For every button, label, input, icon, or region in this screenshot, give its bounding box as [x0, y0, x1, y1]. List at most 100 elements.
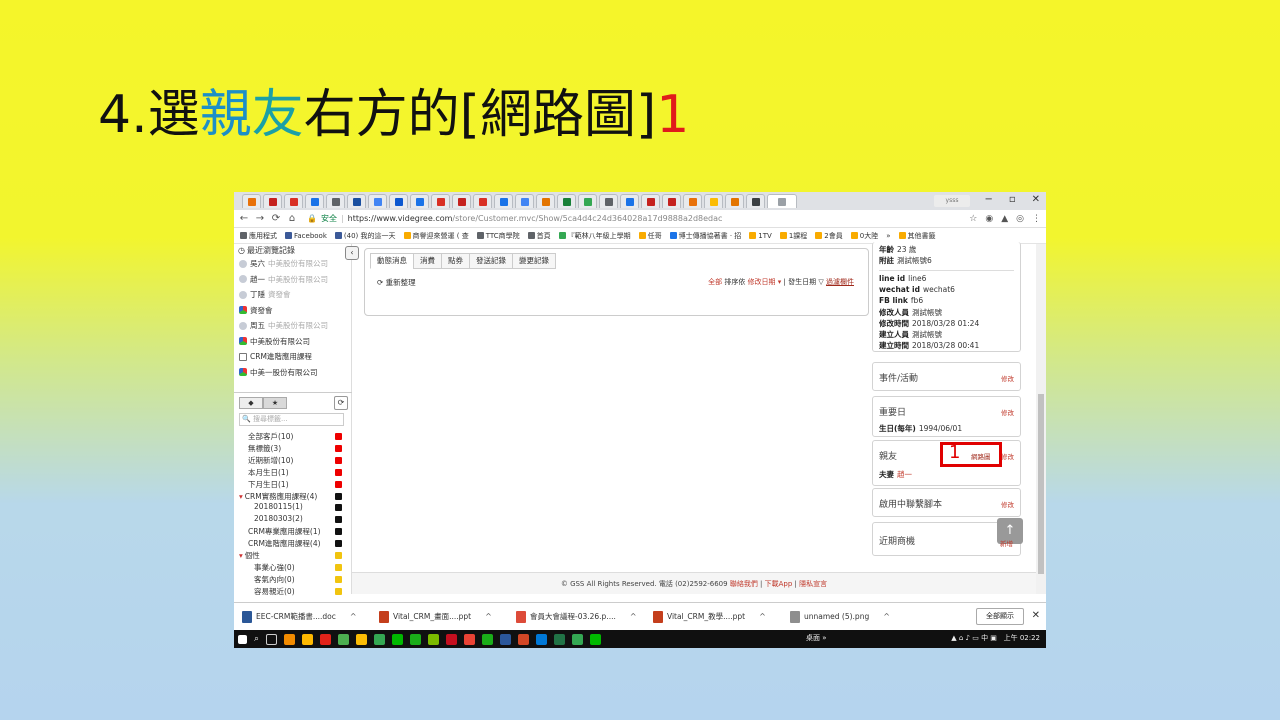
star-icon[interactable]: ☆ [969, 214, 977, 224]
ime-indicator[interactable]: 中 [981, 634, 988, 642]
tab[interactable] [683, 194, 702, 208]
start-icon[interactable] [238, 634, 247, 644]
bookmark-item[interactable]: 0大陸 [850, 231, 878, 241]
app-icon[interactable] [590, 633, 602, 645]
tag-filter-item[interactable]: 下月生日(1) [248, 479, 342, 491]
bookmark-item[interactable]: 1課程 [779, 231, 807, 241]
desktop-toolbar[interactable]: 桌面 » [806, 633, 827, 643]
app-icon[interactable] [446, 633, 458, 645]
home-icon[interactable]: ⌂ [287, 213, 297, 224]
vertical-scrollbar[interactable] [1036, 244, 1046, 594]
tag-filter-item[interactable]: 全部客戶(10) [248, 431, 342, 443]
explorer-icon[interactable] [302, 633, 314, 645]
back-icon[interactable]: ← [239, 213, 249, 224]
bookmark-item[interactable]: 博士傳播協著書 · 招 [669, 231, 741, 241]
tab[interactable] [473, 194, 492, 208]
tab-4[interactable]: 發送記錄 [469, 253, 512, 269]
powerpoint-icon[interactable] [518, 633, 530, 645]
tab[interactable] [389, 194, 408, 208]
tab-active[interactable] [767, 194, 797, 208]
bookmark-item[interactable]: Facebook [285, 232, 327, 240]
tab[interactable] [725, 194, 744, 208]
close-downloads-icon[interactable]: ✕ [1032, 610, 1040, 621]
bookmark-item[interactable]: 2會員 [815, 231, 843, 241]
bookmark-item[interactable]: 任哥 [638, 231, 662, 241]
search-icon[interactable]: ⌕ [254, 634, 259, 644]
tag-filter-item[interactable]: CRM實務應用課程(4) [239, 491, 342, 503]
menu-icon[interactable]: ⋮ [1032, 214, 1041, 224]
word-icon[interactable] [500, 633, 512, 645]
tag-filter-item[interactable]: CRM進階應用課程(4) [248, 538, 342, 550]
recent-item[interactable]: 丁隱 資發會 [234, 287, 351, 303]
tag-filter-item[interactable]: CRM專業應用課程(1) [248, 526, 342, 538]
tab-1[interactable]: 動態消息 [370, 253, 413, 269]
bookmark-item[interactable]: 其他書籤 [898, 231, 936, 241]
recent-item[interactable]: CRM進階應用課程 [234, 349, 351, 365]
app-icon[interactable] [284, 633, 296, 645]
privacy-link[interactable]: 隱私宣言 [799, 580, 827, 588]
download-item[interactable]: Vital_CRM_畫面....ppt ^ [379, 610, 516, 623]
app-icon[interactable] [428, 633, 440, 645]
tab[interactable] [494, 194, 513, 208]
chevron-up-icon[interactable]: ^ [883, 612, 890, 621]
tag-filter-item[interactable]: 客氣內向(0) [254, 574, 342, 586]
tab[interactable] [326, 194, 345, 208]
close-icon[interactable]: ✕ [1032, 194, 1040, 205]
extension-icon[interactable]: ▲ [1001, 214, 1008, 224]
chevron-up-icon[interactable]: ^ [485, 612, 492, 621]
app-icon[interactable] [482, 633, 494, 645]
tab[interactable] [536, 194, 555, 208]
wechat-icon[interactable] [410, 633, 422, 645]
collapse-sidebar-button[interactable]: ‹ [345, 246, 359, 260]
chevron-up-icon[interactable]: ^ [759, 612, 766, 621]
excel-icon[interactable] [554, 633, 566, 645]
tab[interactable] [284, 194, 303, 208]
tab[interactable] [410, 194, 429, 208]
download-item[interactable]: EEC-CRM範播書....doc ^ [242, 610, 379, 623]
bookmark-item[interactable]: 1TV [749, 232, 772, 240]
download-app-link[interactable]: 下載App [765, 580, 793, 588]
relatives-edit-link[interactable]: 修改 [1001, 451, 1014, 461]
bookmark-item[interactable]: 應用程式 [240, 231, 277, 241]
download-item[interactable]: unnamed (5).png ^ [790, 610, 927, 623]
app-icon[interactable] [464, 633, 476, 645]
show-all-downloads-button[interactable]: 全部顯示 [976, 608, 1024, 625]
minimize-icon[interactable]: − [984, 194, 992, 205]
tab-2[interactable]: 消費 [413, 253, 441, 269]
app-icon[interactable] [356, 633, 368, 645]
tab[interactable] [347, 194, 366, 208]
contact-script-edit-link[interactable]: 修改 [1001, 499, 1014, 509]
bookmark-item[interactable]: (40) 我的這一天 [334, 231, 396, 241]
contact-us-link[interactable]: 聯絡我們 [730, 580, 758, 588]
tag-filter-item[interactable]: 容易親近(0) [254, 586, 342, 598]
reorder-button[interactable]: ⟳ 重新整理 [377, 277, 416, 288]
extension-icon[interactable]: ◎ [1016, 214, 1024, 224]
tab[interactable] [431, 194, 450, 208]
chevron-up-icon[interactable]: ^ [350, 612, 357, 621]
chevron-up-icon[interactable]: ^ [630, 612, 637, 621]
tag-filter-item[interactable]: 20180303(2) [254, 514, 342, 526]
recent-item[interactable]: 中美一股份有限公司 [234, 365, 351, 381]
app-icon[interactable] [338, 633, 350, 645]
chrome-icon[interactable] [374, 633, 386, 645]
url-field[interactable]: 🔒 安全 | https://www.videgree.com/store/Cu… [303, 212, 963, 226]
download-item[interactable]: Vital_CRM_教學....ppt ^ [653, 610, 790, 623]
tag-icon[interactable]: ◆ [239, 397, 263, 409]
spouse-link[interactable]: 趙一 [897, 470, 912, 479]
reload-icon[interactable]: ⟳ [271, 213, 281, 224]
tab-3[interactable]: 點券 [441, 253, 469, 269]
tab[interactable] [242, 194, 261, 208]
sort-occur-date[interactable]: | 發生日期 [784, 278, 817, 286]
maximize-icon[interactable]: ▫ [1009, 194, 1016, 205]
extension-icon[interactable]: ◉ [985, 214, 993, 224]
tab[interactable] [599, 194, 618, 208]
app-icon[interactable] [572, 633, 584, 645]
opportunity-add-link[interactable]: 新增 [1000, 538, 1013, 548]
filter-conditions-link[interactable]: 過濾欄件 [826, 278, 854, 286]
tab[interactable] [515, 194, 534, 208]
bookmark-item[interactable]: » [886, 232, 890, 240]
edge-icon[interactable] [536, 633, 548, 645]
sort-field-dropdown[interactable]: 修改日期 ▾ [748, 278, 782, 286]
relation-map-highlight[interactable]: 1 網路圖 [940, 442, 1002, 467]
tab[interactable] [368, 194, 387, 208]
